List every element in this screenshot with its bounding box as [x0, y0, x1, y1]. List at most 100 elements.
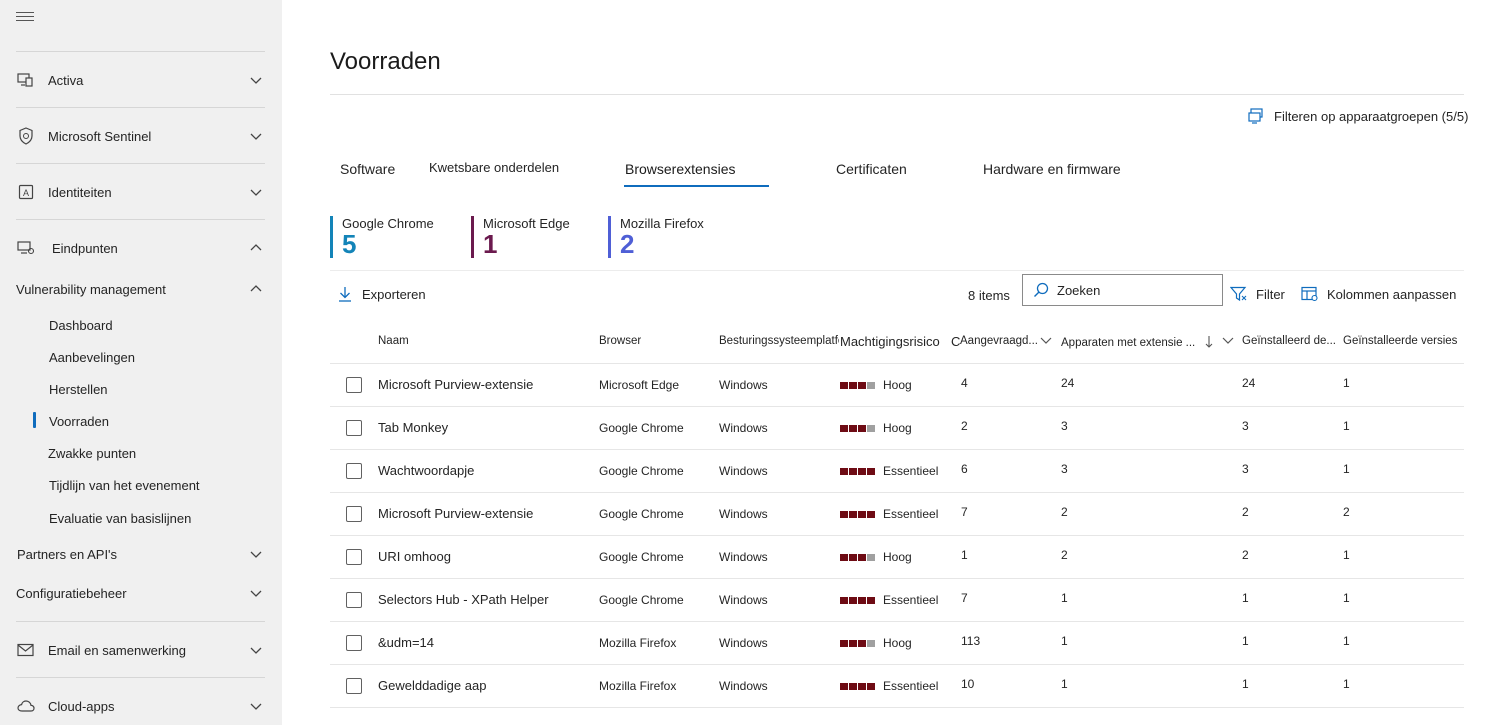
export-button[interactable]: Exporteren: [338, 286, 426, 302]
cell-browser: Google Chrome: [599, 593, 684, 607]
sidebar-group-eindpunten[interactable]: Eindpunten: [0, 234, 282, 262]
risk-indicator: Essentieel: [840, 593, 938, 607]
table-row[interactable]: URI omhoog Google Chrome Windows Hoog 1 2 2 1: [330, 535, 1464, 578]
table-row[interactable]: Gewelddadige aap Mozilla Firefox Windows Es…: [330, 664, 1464, 707]
chevron-up-icon[interactable]: [249, 241, 263, 255]
column-header-c[interactable]: C: [951, 334, 960, 349]
row-checkbox[interactable]: [346, 635, 362, 651]
row-checkbox[interactable]: [346, 420, 362, 436]
chevron-down-icon[interactable]: [1040, 336, 1052, 346]
sidebar-group-activa[interactable]: Activa: [0, 66, 282, 94]
stat-mozilla-firefox[interactable]: Mozilla Firefox 2: [608, 216, 704, 258]
chevron-down-icon[interactable]: [249, 73, 263, 87]
table-row[interactable]: Microsoft Purview-extensie Microsoft Edge…: [330, 363, 1464, 406]
tab-software[interactable]: Software: [340, 161, 395, 177]
row-checkbox[interactable]: [346, 463, 362, 479]
sidebar-divider: [16, 51, 265, 52]
risk-level-square: [867, 682, 875, 690]
filter-button[interactable]: Filter: [1230, 286, 1285, 302]
table-row[interactable]: Selectors Hub - XPath Helper Google Chrom…: [330, 578, 1464, 621]
cell-versions: 1: [1343, 634, 1350, 648]
column-header-naam[interactable]: Naam: [378, 335, 409, 347]
row-checkbox[interactable]: [346, 678, 362, 694]
sidebar-item-dashboard[interactable]: Dashboard: [49, 318, 113, 333]
sidebar-item-zwakke-punten[interactable]: Zwakke punten: [48, 446, 136, 461]
chevron-down-icon[interactable]: [249, 547, 263, 561]
cell-browser: Google Chrome: [599, 464, 684, 478]
cell-versions: 1: [1343, 591, 1350, 605]
risk-level-square: [840, 682, 848, 690]
chevron-down-icon[interactable]: [249, 586, 263, 600]
column-header-risk[interactable]: Machtigingsrisico: [840, 334, 940, 349]
row-checkbox[interactable]: [346, 377, 362, 393]
chevron-down-icon[interactable]: [249, 129, 263, 143]
risk-level-square: [858, 553, 866, 561]
sidebar-item-evaluatie[interactable]: Evaluatie van basislijnen: [49, 511, 191, 526]
sidebar-group-label: Eindpunten: [52, 240, 118, 256]
cell-os: Windows: [719, 636, 768, 650]
risk-indicator: Hoog: [840, 636, 912, 650]
sidebar-group-cloud[interactable]: Cloud-apps: [0, 692, 282, 720]
sidebar-item-tijdlijn[interactable]: Tijdlijn van het evenement: [49, 478, 200, 493]
filter-device-groups-button[interactable]: Filteren op apparaatgroepen (5/5): [1248, 108, 1468, 124]
chevron-down-icon[interactable]: [1222, 336, 1234, 346]
hamburger-menu-icon[interactable]: [16, 12, 34, 26]
sidebar-group-vulnerability[interactable]: Vulnerability management: [0, 275, 282, 303]
cell-requested: 7: [961, 505, 968, 519]
risk-level-square: [867, 639, 875, 647]
risk-level-square: [849, 639, 857, 647]
row-checkbox[interactable]: [346, 549, 362, 565]
sidebar-group-partners[interactable]: Partners en API's: [0, 540, 282, 568]
chevron-down-icon[interactable]: [249, 185, 263, 199]
column-header-versions[interactable]: Geïnstalleerde versies: [1343, 335, 1457, 347]
column-header-installed[interactable]: Geïnstalleerd de...: [1242, 335, 1336, 347]
chevron-up-icon[interactable]: [249, 282, 263, 296]
cell-versions: 1: [1343, 548, 1350, 562]
table-row[interactable]: &udm=14 Mozilla Firefox Windows Hoog 113 1 1 1: [330, 621, 1464, 664]
row-checkbox[interactable]: [346, 592, 362, 608]
sidebar-divider: [16, 677, 265, 678]
cell-os: Windows: [719, 421, 768, 435]
table-row[interactable]: Tab Monkey Google Chrome Windows Hoog 2 3 3 1: [330, 406, 1464, 449]
sidebar-item-herstellen[interactable]: Herstellen: [49, 382, 108, 397]
tab-certificaten[interactable]: Certificaten: [836, 161, 907, 177]
sidebar-item-voorraden[interactable]: Voorraden: [49, 414, 109, 429]
customize-columns-label: Kolommen aanpassen: [1327, 286, 1457, 302]
active-tab-underline: [624, 185, 769, 187]
column-header-os[interactable]: Besturingssysteemplatfo...: [719, 335, 839, 347]
cell-devices: 1: [1061, 634, 1068, 648]
shield-icon: [17, 127, 35, 145]
search-box[interactable]: [1022, 274, 1223, 306]
column-header-browser[interactable]: Browser: [599, 335, 641, 347]
risk-level-square: [840, 553, 848, 561]
risk-level-square: [867, 381, 875, 389]
risk-indicator: Essentieel: [840, 507, 938, 521]
column-header-requested[interactable]: Aangevraagd...: [960, 335, 1040, 347]
sidebar-group-identiteiten[interactable]: A Identiteiten: [0, 178, 282, 206]
sidebar-group-sentinel[interactable]: Microsoft Sentinel: [0, 122, 282, 150]
stat-microsoft-edge[interactable]: Microsoft Edge 1: [471, 216, 570, 258]
tab-browserextensies[interactable]: Browserextensies: [625, 161, 736, 177]
chevron-down-icon[interactable]: [249, 699, 263, 713]
title-divider: [330, 94, 1464, 95]
sidebar-item-aanbevelingen[interactable]: Aanbevelingen: [49, 350, 135, 365]
column-header-devices[interactable]: Apparaten met extensie ...: [1061, 337, 1201, 349]
export-label: Exporteren: [362, 286, 426, 302]
cell-devices: 2: [1061, 548, 1068, 562]
tab-hardware-firmware[interactable]: Hardware en firmware: [983, 161, 1121, 177]
tab-kwetsbare-onderdelen[interactable]: Kwetsbare onderdelen: [429, 160, 559, 175]
stat-google-chrome[interactable]: Google Chrome 5: [330, 216, 434, 258]
cell-naam: URI omhoog: [378, 549, 451, 564]
cell-devices: 1: [1061, 591, 1068, 605]
search-input[interactable]: [1057, 282, 1207, 298]
risk-level-square: [840, 596, 848, 604]
row-checkbox[interactable]: [346, 506, 362, 522]
sidebar-group-email[interactable]: Email en samenwerking: [0, 636, 282, 664]
customize-columns-button[interactable]: Kolommen aanpassen: [1301, 286, 1456, 302]
table-row[interactable]: Wachtwoordapje Google Chrome Windows Essent…: [330, 449, 1464, 492]
sidebar-group-config[interactable]: Configuratiebeheer: [0, 579, 282, 607]
chevron-down-icon[interactable]: [249, 643, 263, 657]
risk-level-square: [867, 553, 875, 561]
sort-descending-icon[interactable]: [1204, 335, 1214, 349]
table-row[interactable]: Microsoft Purview-extensie Google Chrome W…: [330, 492, 1464, 535]
